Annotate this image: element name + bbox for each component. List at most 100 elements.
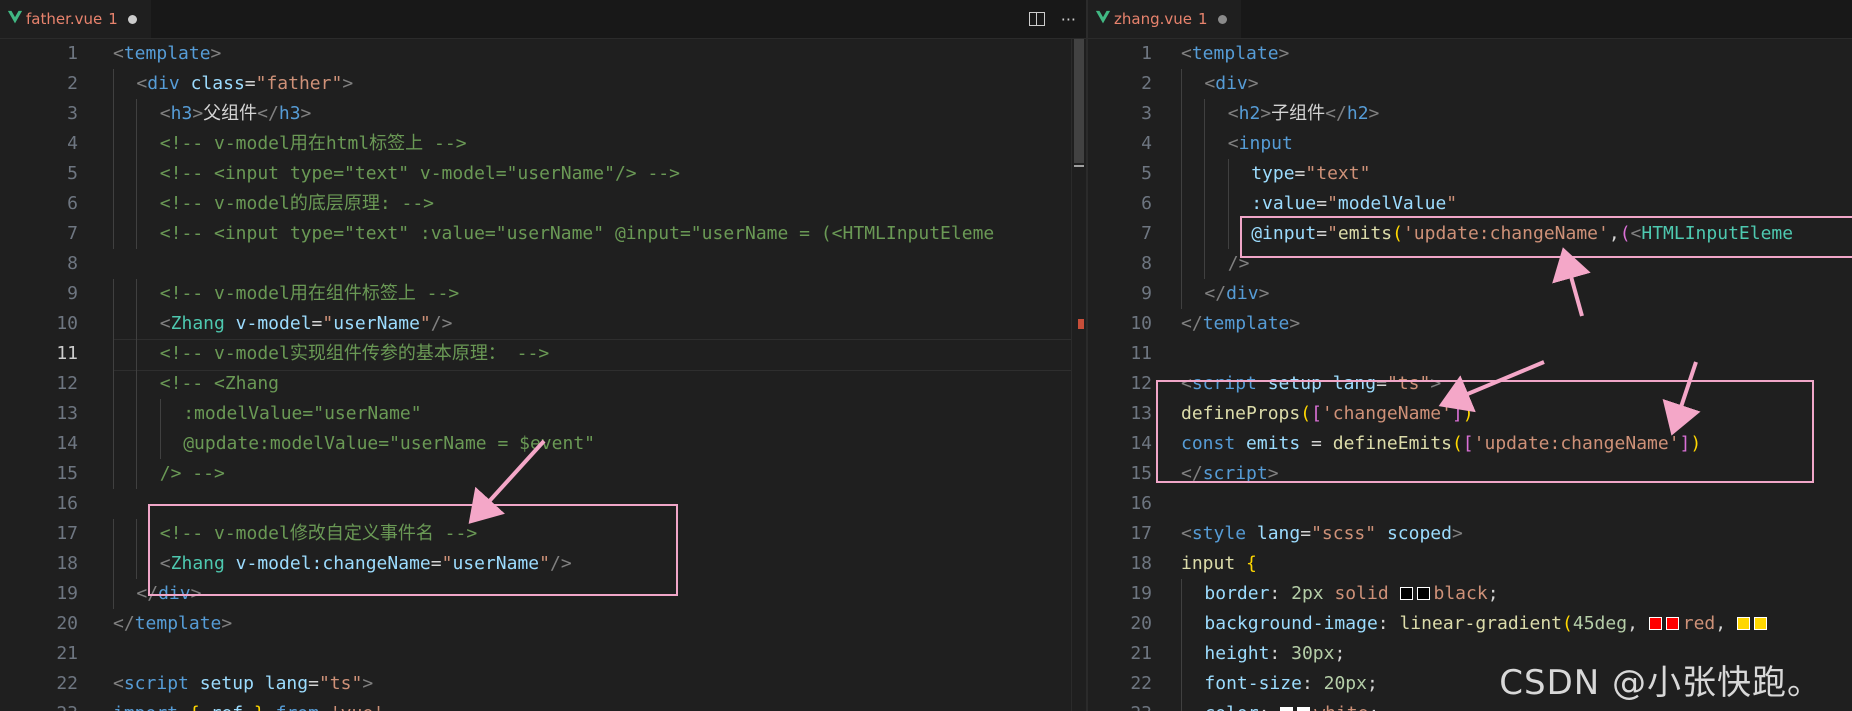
line-number[interactable]: 16 — [0, 489, 78, 519]
code-token: from — [276, 703, 319, 711]
indent-guide — [113, 69, 114, 99]
unsaved-dot-icon[interactable] — [127, 14, 137, 24]
line-number[interactable]: 2 — [1088, 69, 1152, 99]
line-number[interactable]: 10 — [1088, 309, 1152, 339]
color-swatch-icon[interactable] — [1665, 617, 1679, 630]
code-token: , — [1715, 613, 1737, 634]
code-token: > — [221, 613, 233, 634]
tab-zhang-vue[interactable]: zhang.vue 1 — [1088, 0, 1241, 38]
line-number[interactable]: 8 — [0, 249, 78, 279]
line-number[interactable]: 14 — [0, 429, 78, 459]
line-number[interactable]: 15 — [1088, 459, 1152, 489]
line-number[interactable]: 13 — [1088, 399, 1152, 429]
code-token: template — [1202, 313, 1290, 334]
line-number[interactable]: 4 — [0, 129, 78, 159]
color-swatch-icon[interactable] — [1753, 617, 1767, 630]
code-token: @update:modelValue="userName = $event" — [183, 433, 595, 454]
code-token: <!-- v-model实现组件传参的基本原理： --> — [159, 343, 550, 364]
line-number[interactable]: 20 — [0, 609, 78, 639]
line-number[interactable]: 15 — [0, 459, 78, 489]
line-number[interactable]: 6 — [0, 189, 78, 219]
indent-guide — [1181, 639, 1182, 669]
code-token: < — [1227, 103, 1239, 124]
line-number[interactable]: 6 — [1088, 189, 1152, 219]
color-swatch-icon[interactable] — [1280, 707, 1294, 711]
line-number[interactable]: 23 — [0, 699, 78, 711]
code-token: h2 — [1238, 103, 1261, 124]
code-token: script — [123, 673, 189, 694]
line-number[interactable]: 10 — [0, 309, 78, 339]
line-number[interactable]: 1 — [0, 39, 78, 69]
code-token: > — [210, 43, 222, 64]
line-number[interactable]: 16 — [1088, 489, 1152, 519]
line-number[interactable]: 1 — [1088, 39, 1152, 69]
indent-guide — [113, 369, 114, 399]
line-number[interactable]: 7 — [1088, 219, 1152, 249]
split-editor-icon[interactable] — [1028, 12, 1045, 26]
code-token: ; — [1366, 673, 1378, 694]
line-number[interactable]: 21 — [0, 639, 78, 669]
code-token: : — [1377, 613, 1400, 634]
left-scrollbar[interactable] — [1071, 39, 1086, 711]
code-text: @update:modelValue="userName = $event" — [113, 429, 595, 459]
color-swatch-icon[interactable] — [1416, 587, 1430, 600]
color-swatch-icon[interactable] — [1648, 617, 1662, 630]
line-number[interactable]: 3 — [0, 99, 78, 129]
line-number[interactable]: 5 — [1088, 159, 1152, 189]
line-number[interactable]: 9 — [0, 279, 78, 309]
line-number[interactable]: 20 — [1088, 609, 1152, 639]
code-token: template — [134, 613, 222, 634]
line-number[interactable]: 14 — [1088, 429, 1152, 459]
code-token: > — [1247, 73, 1259, 94]
line-number[interactable]: 2 — [0, 69, 78, 99]
line-number[interactable]: 18 — [0, 549, 78, 579]
line-number[interactable]: 12 — [1088, 369, 1152, 399]
unsaved-dot-icon[interactable] — [1217, 14, 1227, 24]
line-number[interactable]: 22 — [1088, 669, 1152, 699]
code-token: " — [322, 313, 334, 334]
line-number[interactable]: 9 — [1088, 279, 1152, 309]
tab-father-vue[interactable]: father.vue 1 — [0, 0, 151, 38]
line-number[interactable]: 17 — [1088, 519, 1152, 549]
line-number[interactable]: 18 — [1088, 549, 1152, 579]
tab-problem-count: 1 — [1197, 10, 1208, 28]
line-number[interactable]: 19 — [0, 579, 78, 609]
indent-guide — [113, 519, 114, 549]
code-token: lang — [1256, 523, 1301, 544]
code-token: > — [192, 103, 204, 124]
line-number[interactable]: 4 — [1088, 129, 1152, 159]
line-number[interactable]: 5 — [0, 159, 78, 189]
more-actions-icon[interactable]: ··· — [1061, 10, 1076, 29]
color-swatch-icon[interactable] — [1736, 617, 1750, 630]
code-token: "ts" — [318, 673, 363, 694]
line-number[interactable]: 23 — [1088, 699, 1152, 711]
scroll-thumb[interactable] — [1074, 39, 1084, 163]
line-number[interactable]: 17 — [0, 519, 78, 549]
line-number[interactable]: 3 — [1088, 99, 1152, 129]
line-number[interactable]: 19 — [1088, 579, 1152, 609]
line-number[interactable]: 22 — [0, 669, 78, 699]
line-number[interactable]: 8 — [1088, 249, 1152, 279]
line-number[interactable]: 7 — [0, 219, 78, 249]
color-swatch-icon[interactable] — [1399, 587, 1413, 600]
line-number[interactable]: 13 — [0, 399, 78, 429]
left-code-editor[interactable]: 1 <template> 2 <div class="father"> 3 <h3>父组件… — [0, 39, 1086, 711]
indent-guide — [113, 279, 114, 309]
code-token: </ — [257, 103, 279, 124]
code-token: scoped — [1386, 523, 1452, 544]
line-number[interactable]: 11 — [0, 339, 78, 369]
right-code-editor[interactable]: 1 <template> 2 <div> 3 <h2>子组件</h2> 4 <input 5 ty… — [1088, 39, 1852, 711]
color-swatch-icon[interactable] — [1297, 707, 1311, 711]
indent-guide — [1181, 159, 1182, 189]
code-text: import { ref } from 'vue' — [113, 699, 384, 711]
line-number[interactable]: 11 — [1088, 339, 1152, 369]
code-text: <h2>子组件</h2> — [1181, 99, 1380, 129]
code-token: 父组件 — [203, 103, 258, 124]
code-token: = — [244, 73, 256, 94]
indent-guide — [159, 399, 161, 429]
line-number[interactable]: 21 — [1088, 639, 1152, 669]
code-token: < — [113, 43, 124, 64]
line-number[interactable]: 12 — [0, 369, 78, 399]
